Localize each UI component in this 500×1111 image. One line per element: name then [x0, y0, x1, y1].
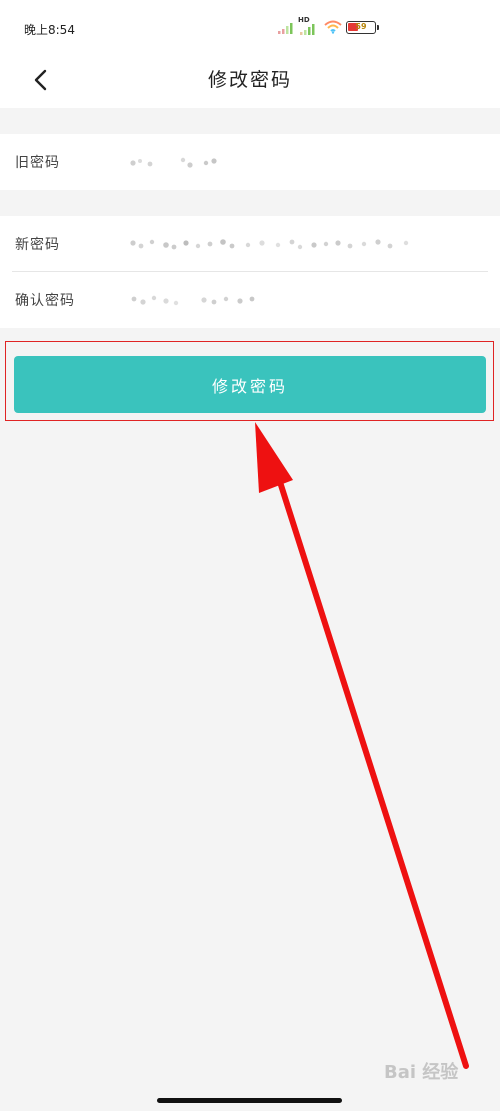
- watermark: Bai 经验: [384, 1062, 459, 1083]
- old-password-row[interactable]: 旧密码: [0, 134, 500, 190]
- new-password-row[interactable]: 新密码: [0, 216, 500, 272]
- battery-level: 59: [355, 22, 367, 31]
- old-password-label: 旧密码: [15, 155, 60, 171]
- cellular-signal-icon: [278, 23, 293, 34]
- new-password-label: 新密码: [15, 237, 60, 253]
- confirm-password-field[interactable]: [128, 286, 268, 314]
- home-indicator[interactable]: [157, 1098, 342, 1103]
- new-password-section: 新密码 确认密码: [0, 216, 500, 328]
- confirm-password-label: 确认密码: [15, 293, 75, 309]
- new-password-field[interactable]: [128, 230, 428, 258]
- status-icons: HD 59: [278, 16, 388, 38]
- cellular-signal-icon: [300, 24, 315, 35]
- page-title: 修改密码: [207, 69, 292, 91]
- status-bar: 晚上8:54 HD 59: [0, 0, 500, 52]
- change-password-button[interactable]: 修改密码: [14, 356, 486, 413]
- status-time: 晚上8:54: [24, 23, 75, 37]
- nav-bar: 修改密码: [0, 52, 500, 108]
- old-password-field[interactable]: [128, 148, 248, 176]
- wifi-icon: [324, 20, 342, 34]
- battery-icon: 59: [346, 21, 379, 34]
- confirm-password-row[interactable]: 确认密码: [0, 272, 500, 328]
- old-password-section: 旧密码: [0, 134, 500, 190]
